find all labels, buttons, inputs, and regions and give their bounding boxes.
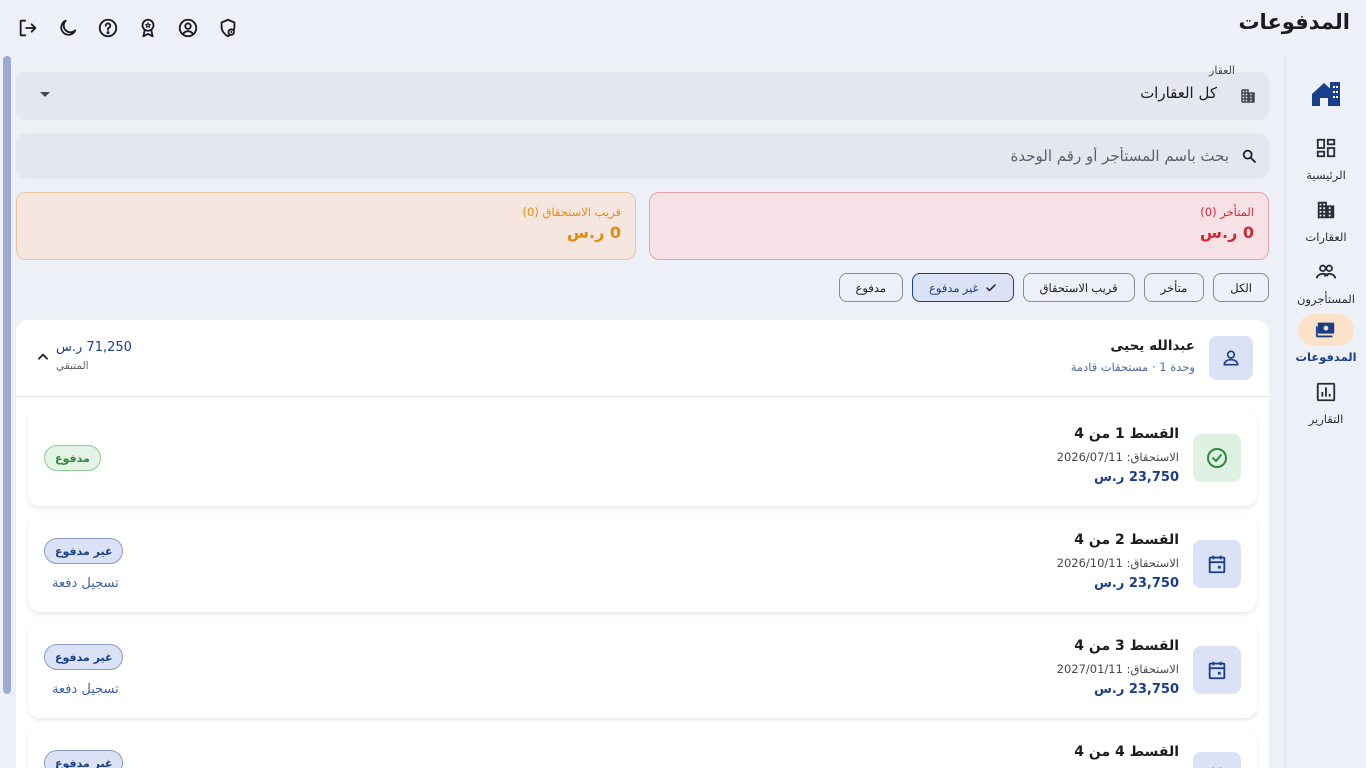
nav-item-reports[interactable]: التقارير bbox=[1286, 376, 1366, 436]
status-badge: مدفوع bbox=[44, 445, 101, 471]
installment-title: القسط 1 من 4 bbox=[1074, 426, 1179, 442]
installment-due-date: الاستحقاق: 2026/10/11 bbox=[1056, 556, 1179, 570]
installment-row: القسط 4 من 4 غير مدفوع bbox=[28, 728, 1257, 768]
property-select-value: كل العقارات bbox=[1140, 84, 1217, 102]
installment-amount: 23,750 ر.س bbox=[1093, 470, 1179, 485]
installment-amount: 23,750 ر.س bbox=[1093, 576, 1179, 591]
chip-label: متأخر bbox=[1160, 282, 1188, 295]
installment-title: القسط 4 من 4 bbox=[1074, 744, 1179, 760]
search-box bbox=[16, 133, 1269, 179]
search-input[interactable] bbox=[49, 133, 1229, 179]
building-icon bbox=[1239, 87, 1257, 105]
tenant-header[interactable]: عبدالله يحيى وحدة 1 · مستحقات قادمة 71,2… bbox=[16, 320, 1269, 397]
tenant-name: عبدالله يحيى bbox=[1110, 338, 1195, 354]
navigation-rail: الرئيسية العقارات المستأجرون المدفوعات ا… bbox=[1285, 56, 1366, 768]
nav-item-home[interactable]: الرئيسية bbox=[1286, 132, 1366, 192]
near-due-summary-card: قريب الاستحقاق (0) 0 ر.س bbox=[16, 192, 636, 260]
payments-icon bbox=[1298, 314, 1354, 346]
status-badge: غير مدفوع bbox=[44, 750, 124, 768]
scrollbar[interactable] bbox=[2, 56, 12, 768]
remaining-amount: 71,250 ر.س bbox=[56, 340, 132, 355]
status-badge: غير مدفوع bbox=[44, 644, 124, 670]
chip-label: الكل bbox=[1230, 282, 1252, 295]
account-icon[interactable] bbox=[168, 8, 208, 48]
help-icon[interactable] bbox=[88, 8, 128, 48]
chip-near-due[interactable]: قريب الاستحقاق bbox=[1022, 273, 1135, 302]
status-filter-chips: الكل متأخر قريب الاستحقاق غير مدفوع مدفو… bbox=[838, 273, 1269, 302]
nav-item-properties[interactable]: العقارات bbox=[1286, 194, 1366, 254]
chip-label: قريب الاستحقاق bbox=[1039, 282, 1118, 295]
logout-icon[interactable] bbox=[8, 8, 48, 48]
page-title: المدفوعات bbox=[1238, 10, 1350, 34]
people-icon bbox=[1298, 256, 1354, 288]
check-icon bbox=[985, 282, 997, 294]
installment-due-date: الاستحقاق: 2027/01/11 bbox=[1056, 662, 1179, 676]
installment-row: القسط 1 من 4 الاستحقاق: 2026/07/11 23,75… bbox=[28, 410, 1257, 506]
search-icon bbox=[1241, 148, 1257, 164]
person-icon bbox=[1209, 336, 1253, 380]
near-due-label: قريب الاستحقاق (0) bbox=[522, 205, 622, 219]
chip-paid[interactable]: مدفوع bbox=[838, 273, 904, 302]
notification-settings-icon[interactable] bbox=[208, 8, 248, 48]
nav-label: الرئيسية bbox=[1306, 168, 1346, 182]
near-due-value: 0 ر.س bbox=[566, 223, 621, 242]
reports-icon bbox=[1298, 376, 1354, 408]
nav-item-tenants[interactable]: المستأجرون bbox=[1286, 256, 1366, 316]
installment-amount: 23,750 ر.س bbox=[1093, 682, 1179, 697]
top-app-bar: المدفوعات bbox=[0, 0, 1366, 56]
record-payment-button[interactable]: تسجيل دفعة bbox=[52, 576, 119, 591]
overdue-label: المتأخر (0) bbox=[1200, 205, 1254, 219]
remaining-label: المتبقي bbox=[56, 360, 89, 372]
award-icon[interactable] bbox=[128, 8, 168, 48]
property-select[interactable]: العقار كل العقارات bbox=[16, 64, 1269, 120]
nav-item-payments[interactable]: المدفوعات bbox=[1286, 314, 1366, 374]
nav-label: العقارات bbox=[1305, 230, 1347, 244]
chip-overdue[interactable]: متأخر bbox=[1143, 273, 1205, 302]
chevron-up-icon[interactable] bbox=[36, 350, 50, 364]
tenant-subtitle: وحدة 1 · مستحقات قادمة bbox=[1070, 360, 1195, 374]
installment-due-date: الاستحقاق: 2026/07/11 bbox=[1056, 450, 1179, 464]
dashboard-icon bbox=[1298, 132, 1354, 164]
nav-label: التقارير bbox=[1308, 412, 1344, 426]
check-circle-icon bbox=[1193, 434, 1241, 482]
building-icon bbox=[1298, 194, 1354, 226]
calendar-icon bbox=[1193, 540, 1241, 588]
nav-label: المدفوعات bbox=[1295, 350, 1357, 364]
chip-all[interactable]: الكل bbox=[1213, 273, 1269, 302]
top-actions bbox=[8, 8, 248, 48]
overdue-value: 0 ر.س bbox=[1199, 223, 1254, 242]
status-badge: غير مدفوع bbox=[44, 538, 124, 564]
dropdown-caret-icon bbox=[40, 92, 50, 97]
dark-mode-icon[interactable] bbox=[48, 8, 88, 48]
chip-unpaid[interactable]: غير مدفوع bbox=[912, 273, 1014, 302]
tenant-payments-card: عبدالله يحيى وحدة 1 · مستحقات قادمة 71,2… bbox=[16, 320, 1269, 768]
app-logo-icon bbox=[1310, 78, 1342, 110]
chip-label: غير مدفوع bbox=[929, 282, 979, 295]
installment-title: القسط 2 من 4 bbox=[1074, 532, 1179, 548]
calendar-icon bbox=[1193, 646, 1241, 694]
record-payment-button[interactable]: تسجيل دفعة bbox=[52, 682, 119, 697]
payments-content: العقار كل العقارات المتأخر (0) 0 ر.س قري… bbox=[16, 56, 1269, 768]
installment-row: القسط 2 من 4 الاستحقاق: 2026/10/11 23,75… bbox=[28, 516, 1257, 612]
installment-title: القسط 3 من 4 bbox=[1074, 638, 1179, 654]
overdue-summary-card: المتأخر (0) 0 ر.س bbox=[649, 192, 1269, 260]
installment-row: القسط 3 من 4 الاستحقاق: 2027/01/11 23,75… bbox=[28, 622, 1257, 718]
nav-label: المستأجرون bbox=[1296, 292, 1356, 306]
scrollbar-thumb[interactable] bbox=[3, 56, 11, 694]
property-select-label: العقار bbox=[1209, 64, 1235, 77]
chip-label: مدفوع bbox=[855, 282, 887, 295]
calendar-icon bbox=[1193, 752, 1241, 768]
